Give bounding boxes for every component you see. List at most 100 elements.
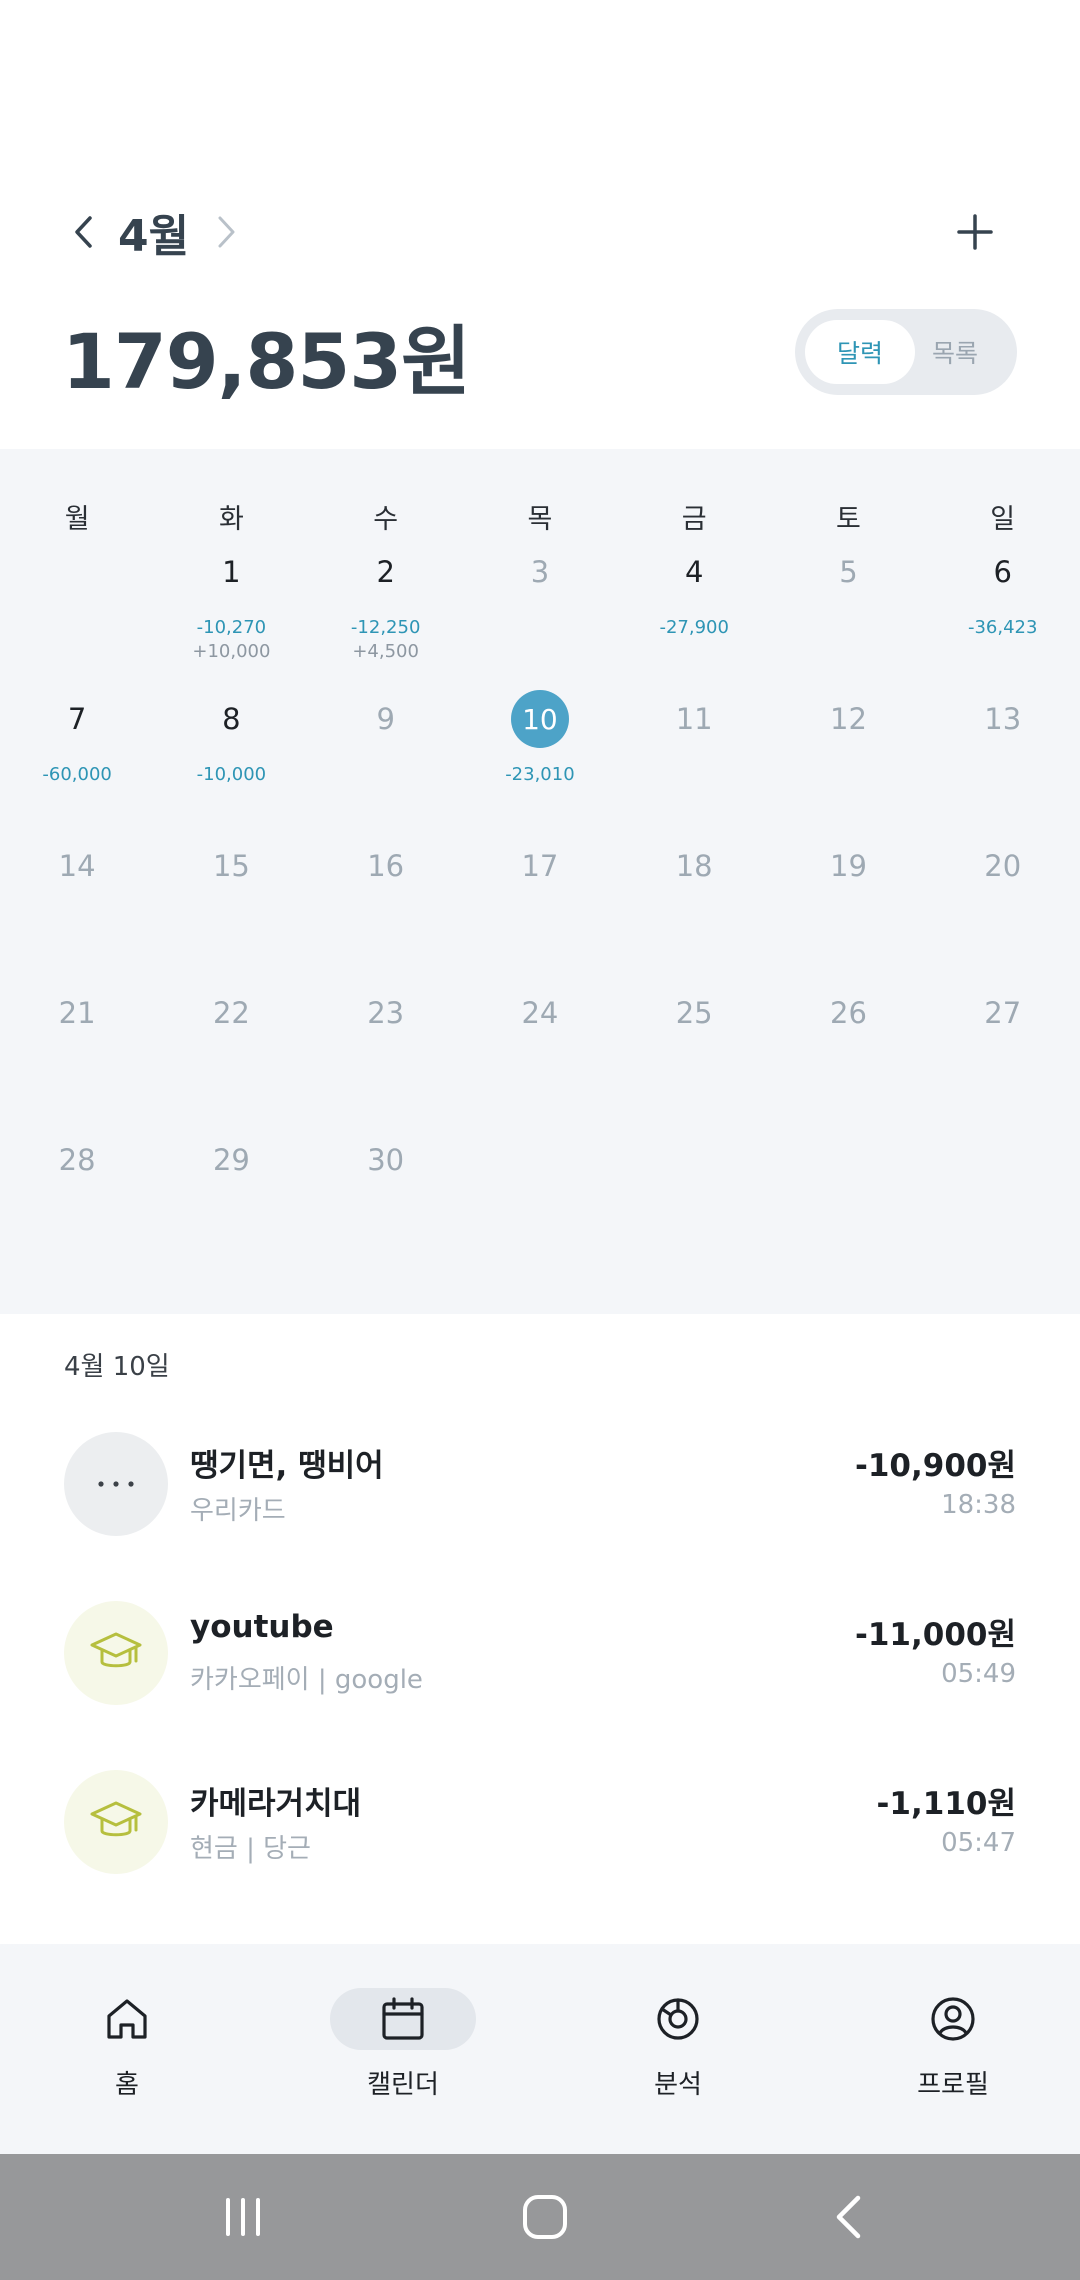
calendar-day[interactable]: 22 (154, 982, 308, 1129)
transaction-time: 18:38 (941, 1490, 1016, 1520)
day-number: 24 (521, 996, 559, 1030)
nav-icon-wrap (54, 1988, 200, 2050)
calendar-day[interactable]: 12 (771, 688, 925, 835)
day-number: 30 (367, 1143, 405, 1177)
day-number: 12 (830, 702, 867, 736)
day-number (463, 1129, 617, 1191)
category-icon-badge (64, 1601, 168, 1705)
month-navigator: 4월 (62, 196, 247, 268)
nav-label: 프로필 (917, 2070, 989, 2100)
calendar-day (617, 1129, 771, 1276)
calendar-week: 28 29 30 (0, 1129, 1080, 1276)
calendar-view-option[interactable]: 달력 (805, 320, 915, 384)
calendar-day[interactable]: 1 -10,270 +10,000 (154, 541, 308, 688)
transaction-method: 카카오페이 | google (190, 1665, 423, 1695)
calendar-day[interactable]: 18 (617, 835, 771, 982)
day-number: 1 (222, 555, 241, 589)
calendar-day[interactable]: 4 -27,900 (617, 541, 771, 688)
prev-month-button[interactable] (62, 196, 104, 268)
calendar-day[interactable]: 21 (0, 982, 154, 1129)
calendar-day[interactable]: 15 (154, 835, 308, 982)
calendar-day[interactable]: 26 (771, 982, 925, 1129)
calendar-day[interactable]: 3 (463, 541, 617, 688)
day-number: 9 (376, 702, 395, 736)
day-number: 7 (67, 702, 87, 736)
calendar-day[interactable]: 20 (926, 835, 1080, 982)
calendar-day[interactable]: 29 (154, 1129, 308, 1276)
calendar-day[interactable]: 10 -23,010 (463, 688, 617, 835)
calendar-day[interactable]: 13 (926, 688, 1080, 835)
nav-icon-wrap (880, 1988, 1026, 2050)
calendar-day[interactable]: 7 -60,000 (0, 688, 154, 835)
nav-icon-wrap (605, 1988, 751, 2050)
transaction-method: 현금 | 당근 (190, 1834, 311, 1864)
profile-icon (931, 1997, 975, 2041)
calendar-day[interactable]: 24 (463, 982, 617, 1129)
nav-item-analysis[interactable]: 분석 (578, 1988, 778, 2108)
day-number: 15 (212, 849, 250, 883)
bottom-navigation: 홈 캘린더 분석 프로필 (0, 1944, 1080, 2154)
today-marker: 10 (463, 688, 617, 750)
calendar-day[interactable]: 6 -36,423 (926, 541, 1080, 688)
nav-icon-wrap (330, 1988, 476, 2050)
calendar-day[interactable]: 5 (771, 541, 925, 688)
day-number: 5 (839, 555, 858, 589)
day-number: 4 (684, 555, 704, 589)
more-dots-icon (98, 1481, 134, 1487)
calendar: 월 화 수 목 금 토 일 1 -10,270 +10,000 2 -12,250 +4,… (0, 449, 1080, 1314)
transaction-item[interactable]: 땡기면, 땡비어 우리카드 -10,900원 18:38 (64, 1432, 1016, 1536)
transaction-item[interactable]: 카메라거치대 현금 | 당근 -1,110원 05:47 (64, 1770, 1016, 1874)
month-title: 4월 (118, 211, 190, 262)
weekday-label: 월 (64, 504, 90, 535)
view-toggle[interactable]: 달력 목록 (795, 309, 1017, 395)
day-number: 20 (984, 849, 1022, 883)
transaction-item[interactable]: youtube 카카오페이 | google -11,000원 05:49 (64, 1601, 1016, 1705)
day-number: 14 (58, 849, 96, 883)
home-system-button[interactable] (495, 2182, 595, 2252)
nav-item-calendar[interactable]: 캘린더 (303, 1988, 503, 2108)
nav-item-home[interactable]: 홈 (27, 1988, 227, 2108)
day-number: 29 (212, 1143, 250, 1177)
graduation-cap-icon (90, 1801, 142, 1837)
calendar-day[interactable]: 19 (771, 835, 925, 982)
next-month-button[interactable] (205, 196, 247, 268)
calendar-day[interactable]: 9 (309, 688, 463, 835)
calendar-day[interactable]: 27 (926, 982, 1080, 1129)
day-number: 21 (58, 996, 96, 1030)
calendar-day[interactable]: 25 (617, 982, 771, 1129)
weekday-label: 일 (990, 504, 1016, 535)
nav-item-profile[interactable]: 프로필 (853, 1988, 1053, 2108)
transaction-amount: -10,900원 (854, 1448, 1016, 1484)
transaction-amount: -11,000원 (854, 1617, 1016, 1653)
calendar-day[interactable]: 14 (0, 835, 154, 982)
calendar-week: 21 22 23 24 25 26 27 (0, 982, 1080, 1129)
calendar-day[interactable]: 8 -10,000 (154, 688, 308, 835)
transaction-time: 05:47 (941, 1828, 1016, 1858)
day-number (0, 541, 154, 603)
weekday-label: 토 (836, 504, 861, 535)
day-number: 27 (984, 996, 1022, 1030)
calendar-day[interactable]: 11 (617, 688, 771, 835)
recent-apps-button[interactable] (193, 2182, 293, 2252)
add-transaction-button[interactable] (944, 196, 1006, 268)
calendar-day[interactable]: 23 (309, 982, 463, 1129)
calendar-day[interactable]: 30 (309, 1129, 463, 1276)
calendar-day (926, 1129, 1080, 1276)
calendar-day[interactable]: 17 (463, 835, 617, 982)
nav-label: 분석 (654, 2070, 702, 2100)
back-system-button[interactable] (798, 2182, 898, 2252)
calendar-day[interactable]: 28 (0, 1129, 154, 1276)
home-icon (107, 1999, 147, 2039)
calendar-icon (382, 1997, 424, 2040)
calendar-day[interactable]: 16 (309, 835, 463, 982)
calendar-week: 7 -60,000 8 -10,000 9 10 -23,010 11 12 13 (0, 688, 1080, 835)
chevron-right-icon (218, 216, 235, 248)
day-expense: -23,010 (505, 764, 575, 785)
day-expense: -36,423 (967, 617, 1038, 638)
day-number: 6 (993, 555, 1012, 589)
calendar-day[interactable]: 2 -12,250 +4,500 (309, 541, 463, 688)
category-icon-badge (64, 1432, 168, 1536)
day-expense: -10,000 (196, 764, 267, 785)
list-view-option[interactable]: 목록 (915, 320, 995, 384)
chevron-left-icon (75, 216, 92, 248)
